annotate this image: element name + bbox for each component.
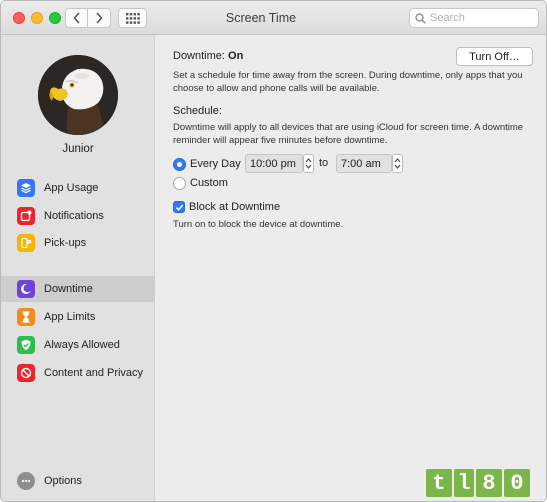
show-all-button[interactable] <box>118 8 147 28</box>
end-time-stepper[interactable] <box>392 154 403 173</box>
downtime-state: On <box>228 50 244 62</box>
minimize-window-button[interactable] <box>31 12 43 24</box>
every-day-label: Every Day <box>190 158 241 170</box>
downtime-status: Downtime: On <box>173 50 243 62</box>
end-time-field[interactable]: 7:00 am <box>336 154 392 173</box>
schedule-label: Schedule: <box>173 105 222 117</box>
stepper-arrows-icon <box>394 158 401 169</box>
custom-option[interactable]: Custom <box>173 175 228 191</box>
username-label: Junior <box>62 143 94 155</box>
back-button[interactable] <box>65 8 88 28</box>
to-label: to <box>319 157 329 169</box>
avatar[interactable] <box>38 55 118 135</box>
sidebar: Junior App Usage Notifications Pick-ups … <box>1 35 155 501</box>
block-at-downtime-option[interactable]: Block at Downtime <box>173 199 280 215</box>
window-title: Screen Time <box>225 11 297 25</box>
forward-button[interactable] <box>88 8 111 28</box>
every-day-option[interactable]: Every Day <box>173 156 241 172</box>
start-time-stepper[interactable] <box>303 154 314 173</box>
search-icon <box>415 12 426 24</box>
grid-icon <box>125 12 140 24</box>
notification-icon <box>17 207 35 225</box>
sidebar-item-content-and-privacy[interactable]: Content and Privacy <box>1 360 155 386</box>
stepper-arrows-icon <box>305 158 312 169</box>
screen-time-window: Screen Time Junior Ap <box>0 0 547 502</box>
custom-radio[interactable] <box>173 176 186 190</box>
downtime-panel: Downtime: On Turn Off… Set a schedule fo… <box>156 35 546 501</box>
sidebar-item-label: Downtime <box>44 283 93 295</box>
moon-clock-icon <box>17 280 35 298</box>
schedule-description: Downtime will apply to all devices that … <box>173 122 524 146</box>
watermark-logo: t l 8 0 <box>426 465 546 501</box>
chevron-left-icon <box>72 12 80 24</box>
sidebar-item-notifications[interactable]: Notifications <box>1 203 155 229</box>
eagle-avatar-image <box>38 55 118 135</box>
custom-label: Custom <box>190 177 228 189</box>
hourglass-icon <box>17 308 35 326</box>
sidebar-item-app-limits[interactable]: App Limits <box>1 304 155 330</box>
sidebar-item-label: Pick-ups <box>44 237 87 249</box>
downtime-description: Set a schedule for time away from the sc… <box>173 70 523 94</box>
options-label: Options <box>44 475 82 487</box>
block-description: Turn on to block the device at downtime. <box>173 219 344 230</box>
sidebar-item-label: Content and Privacy <box>44 367 144 379</box>
sidebar-item-app-usage[interactable]: App Usage <box>1 175 155 201</box>
downtime-label: Downtime: <box>173 50 225 62</box>
ellipsis-icon <box>17 472 35 490</box>
no-entry-icon <box>17 364 35 382</box>
pickup-arrow-icon <box>17 234 35 252</box>
sidebar-item-label: Always Allowed <box>44 339 120 351</box>
options-button[interactable]: Options <box>1 468 155 494</box>
close-window-button[interactable] <box>13 12 25 24</box>
sidebar-item-label: App Limits <box>44 311 96 323</box>
layers-icon <box>17 179 35 197</box>
block-at-downtime-label: Block at Downtime <box>189 201 281 213</box>
search-input[interactable] <box>430 12 530 24</box>
sidebar-item-downtime[interactable]: Downtime <box>1 276 155 302</box>
search-field[interactable] <box>409 8 539 28</box>
block-at-downtime-checkbox[interactable] <box>173 201 185 213</box>
chevron-right-icon <box>96 12 103 24</box>
maximize-window-button[interactable] <box>49 12 61 24</box>
every-day-radio[interactable] <box>173 157 186 171</box>
checkmark-icon <box>175 204 183 211</box>
turn-off-button[interactable]: Turn Off… <box>456 47 533 66</box>
checkmark-shield-icon <box>17 336 35 354</box>
sidebar-item-pick-ups[interactable]: Pick-ups <box>1 230 155 256</box>
sidebar-item-label: Notifications <box>44 210 104 222</box>
sidebar-item-label: App Usage <box>44 182 99 194</box>
sidebar-item-always-allowed[interactable]: Always Allowed <box>1 332 155 358</box>
start-time-field[interactable]: 10:00 pm <box>245 154 303 173</box>
title-bar: Screen Time <box>1 1 546 35</box>
